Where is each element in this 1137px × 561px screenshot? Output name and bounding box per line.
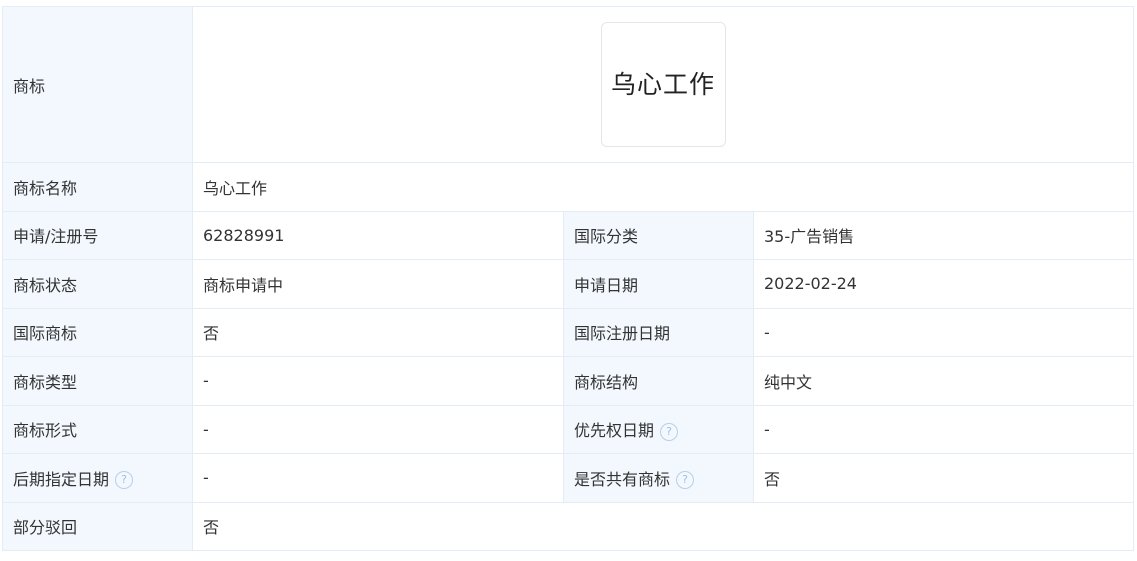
trademark-name-label: 商标名称 (2, 162, 193, 212)
international-registration-date-value: - (752, 307, 1135, 357)
application-date-label: 申请日期 (563, 259, 754, 309)
trademark-status-value: 商标申请中 (192, 259, 564, 309)
priority-date-value: - (752, 404, 1135, 454)
table-row: 国际商标 否 国际注册日期 - (2, 307, 1135, 357)
table-row: 申请/注册号 62828991 国际分类 35-广告销售 (2, 210, 1135, 260)
table-row: 商标状态 商标申请中 申请日期 2022-02-24 (2, 259, 1135, 309)
application-date-value: 2022-02-24 (752, 259, 1135, 309)
partial-reject-value: 否 (191, 501, 1135, 551)
trademark-info-panel: 商标 乌心工作 商标名称 乌心工作 申请/注册号 62828991 国际分类 3… (2, 6, 1135, 551)
trademark-type-value: - (192, 356, 564, 406)
table-row: 后期指定日期? - 是否共有商标? 否 (2, 453, 1135, 503)
priority-date-label: 优先权日期 (574, 421, 655, 441)
help-icon[interactable]: ? (676, 471, 695, 490)
trademark-image-cell: 乌心工作 (191, 6, 1135, 163)
shared-trademark-label-cell: 是否共有商标? (563, 453, 754, 503)
trademark-name-row: 商标名称 乌心工作 (2, 162, 1135, 212)
international-trademark-value: 否 (192, 307, 564, 357)
trademark-info-table: 商标 乌心工作 商标名称 乌心工作 申请/注册号 62828991 国际分类 3… (2, 6, 1135, 551)
trademark-form-label: 商标形式 (2, 404, 193, 454)
help-icon[interactable]: ? (115, 471, 134, 490)
later-designation-date-label-cell: 后期指定日期? (2, 453, 193, 503)
international-registration-date-label: 国际注册日期 (563, 307, 754, 357)
partial-reject-row: 部分驳回 否 (2, 501, 1135, 551)
trademark-name-value: 乌心工作 (191, 162, 1135, 212)
shared-trademark-value: 否 (752, 453, 1135, 503)
trademark-form-value: - (192, 404, 564, 454)
partial-reject-label: 部分驳回 (2, 501, 193, 551)
trademark-image-row: 商标 乌心工作 (2, 6, 1135, 163)
later-designation-date-value: - (192, 453, 564, 503)
help-icon[interactable]: ? (660, 422, 679, 441)
trademark-type-label: 商标类型 (2, 356, 193, 406)
trademark-status-label: 商标状态 (2, 259, 193, 309)
shared-trademark-label: 是否共有商标 (574, 469, 671, 489)
trademark-structure-value: 纯中文 (752, 356, 1135, 406)
table-row: 商标类型 - 商标结构 纯中文 (2, 356, 1135, 406)
trademark-structure-label: 商标结构 (563, 356, 754, 406)
later-designation-date-label: 后期指定日期 (13, 469, 110, 489)
international-class-label: 国际分类 (563, 210, 754, 260)
international-trademark-label: 国际商标 (2, 307, 193, 357)
trademark-logo-image[interactable]: 乌心工作 (600, 22, 726, 147)
registration-number-value: 62828991 (192, 210, 564, 260)
priority-date-label-cell: 优先权日期? (563, 404, 754, 454)
international-class-value: 35-广告销售 (752, 210, 1135, 260)
table-row: 商标形式 - 优先权日期? - (2, 404, 1135, 454)
registration-number-label: 申请/注册号 (2, 210, 193, 260)
trademark-label: 商标 (2, 6, 193, 163)
